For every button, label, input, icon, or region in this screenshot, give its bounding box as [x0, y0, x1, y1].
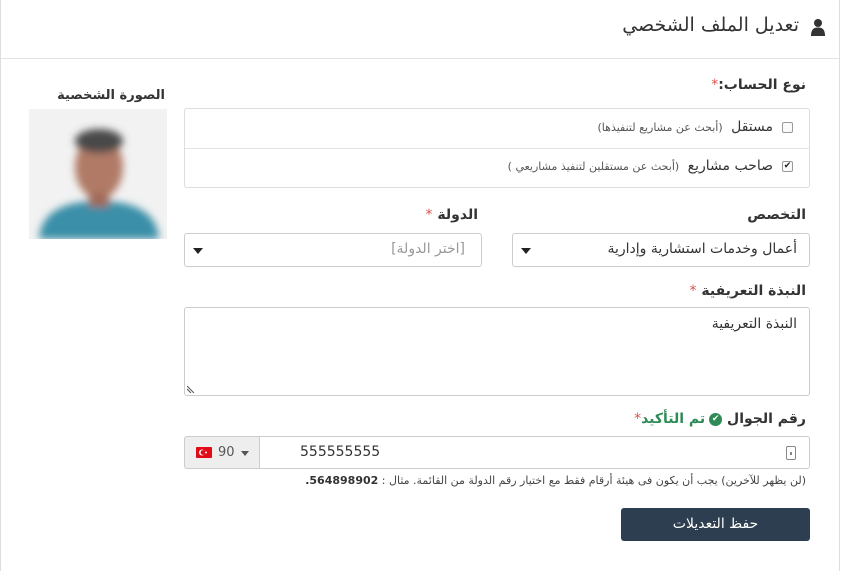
- panel-header: تعديل الملف الشخصي: [1, 0, 839, 59]
- bio-placeholder: النبذة التعريفية: [711, 316, 797, 332]
- account-type-label: نوع الحساب:*: [711, 77, 806, 93]
- user-icon: [811, 19, 825, 36]
- specialty-select[interactable]: أعمال وخدمات استشارية وإدارية: [512, 233, 810, 267]
- country-code: 90: [218, 445, 235, 460]
- phone-icon: [786, 446, 796, 460]
- verified-status: ✔تم التأكيد: [641, 411, 723, 427]
- mobile-input[interactable]: 555555555: [259, 436, 810, 469]
- account-type-options: مستقل (أبحث عن مشاريع لتنفيذها) ✔ صاحب م…: [184, 108, 810, 188]
- required-mark: *: [425, 207, 433, 223]
- country-placeholder: [اختر الدولة]: [391, 241, 465, 257]
- turkey-flag-icon: [196, 447, 212, 458]
- chevron-down-icon: [521, 248, 531, 254]
- mobile-value: 555555555: [300, 444, 381, 460]
- country-select[interactable]: [اختر الدولة]: [184, 233, 482, 267]
- profile-photo[interactable]: [29, 109, 167, 239]
- bio-textarea[interactable]: النبذة التعريفية: [184, 307, 810, 396]
- project-owner-label: صاحب مشاريع: [687, 158, 773, 174]
- freelancer-hint: (أبحث عن مشاريع لتنفيذها): [597, 121, 723, 134]
- freelancer-checkbox[interactable]: [782, 122, 793, 133]
- specialty-label: التخصص: [747, 207, 806, 223]
- country-code-dropdown[interactable]: 90: [184, 436, 260, 469]
- chevron-down-icon: [193, 248, 203, 254]
- photo-label: الصورة الشخصية: [57, 88, 165, 103]
- help-example: 564898902.: [305, 474, 379, 487]
- edit-profile-panel: تعديل الملف الشخصي الصورة الشخصية نوع ال…: [0, 0, 840, 571]
- check-circle-icon: ✔: [709, 412, 723, 426]
- bio-label: النبذة التعريفية *: [689, 283, 806, 299]
- project-owner-checkbox[interactable]: ✔: [782, 161, 793, 172]
- project-owner-hint: (أبحث عن مستقلين لتنفيذ مشاريعي ): [507, 160, 680, 173]
- required-mark: *: [689, 283, 697, 299]
- mobile-help-text: (لن يظهر للآخرين) يجب أن يكون فى هيئة أر…: [305, 474, 806, 487]
- country-label: الدولة *: [425, 207, 478, 223]
- page-title: تعديل الملف الشخصي: [622, 14, 799, 36]
- option-project-owner[interactable]: ✔ صاحب مشاريع (أبحث عن مستقلين لتنفيذ مش…: [185, 148, 809, 187]
- specialty-value: أعمال وخدمات استشارية وإدارية: [607, 241, 797, 257]
- mobile-field-group: 90 555555555: [184, 436, 810, 469]
- chevron-down-icon: [241, 451, 249, 456]
- save-button[interactable]: حفظ التعديلات: [621, 508, 810, 541]
- option-freelancer[interactable]: مستقل (أبحث عن مشاريع لتنفيذها): [185, 109, 809, 149]
- mobile-label: رقم الجوال ✔تم التأكيد*: [634, 411, 806, 427]
- resize-handle-icon[interactable]: [187, 385, 195, 393]
- freelancer-label: مستقل: [731, 119, 773, 135]
